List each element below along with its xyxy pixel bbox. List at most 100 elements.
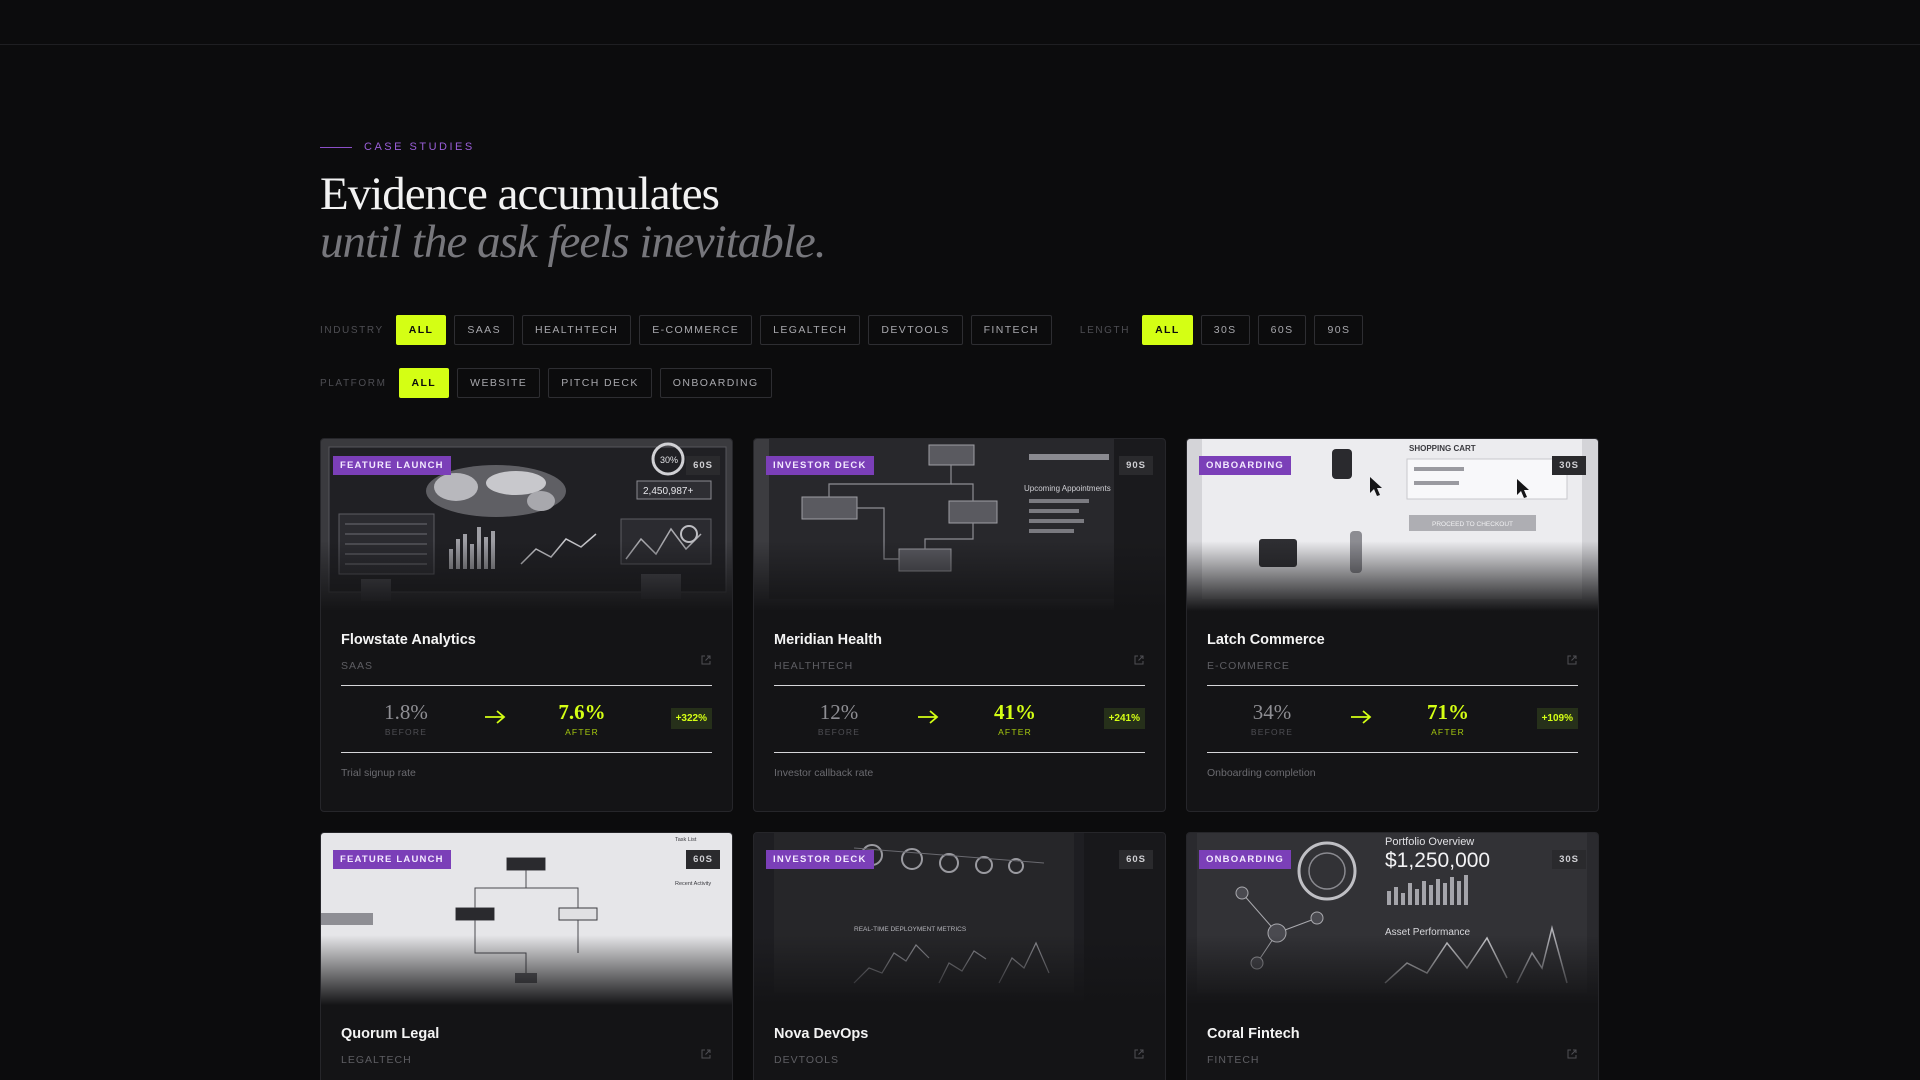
eyebrow-line (320, 146, 352, 148)
card-metrics: 12% BEFORE 41% AFTER +241% (774, 685, 1145, 753)
thumb-text-deploy: REAL-TIME DEPLOYMENT METRICS (854, 926, 967, 933)
card-title: Quorum Legal (341, 1026, 440, 1042)
case-card-nova[interactable]: REAL-TIME DEPLOYMENT METRICS INVESTOR DE… (753, 832, 1166, 1080)
card-duration: 30S (1552, 850, 1586, 869)
card-thumbnail: Portfolio Overview $1,250,000 Asset Perf… (1187, 833, 1598, 1005)
metric-before-value: 34% (1252, 700, 1292, 724)
case-card-meridian[interactable]: Upcoming Appointments INVESTOR DECK 90S … (753, 438, 1166, 812)
case-card-quorum[interactable]: Task List Recent Activity FEATURE LAUNCH… (320, 832, 733, 1080)
metric-before-label: BEFORE (1250, 727, 1294, 737)
industry-filter-label: INDUSTRY (320, 324, 384, 336)
external-link-icon[interactable] (1566, 1048, 1578, 1060)
thumb-text-checkout: PROCEED TO CHECKOUT (1432, 521, 1513, 528)
card-thumbnail: SHOPPING CART PROCEED TO CHECKOUT ONBOAR… (1187, 439, 1598, 611)
card-body: Latch Commerce E-COMMERCE 34% BEFORE 71%… (1187, 632, 1598, 779)
platform-chip-pitch-deck[interactable]: PITCH DECK (548, 368, 652, 398)
arrow-right-icon (485, 710, 506, 724)
card-metrics: 1.8% BEFORE 7.6% AFTER +322% (341, 685, 712, 753)
industry-chip-fintech[interactable]: FINTECH (970, 315, 1052, 345)
card-duration: 60S (1119, 850, 1153, 869)
thumb-text-appointments: Upcoming Appointments (1024, 484, 1111, 493)
metric-before-label: BEFORE (384, 727, 428, 737)
platform-chip-all[interactable]: ALL (398, 368, 450, 398)
industry-chip-ecommerce[interactable]: E-COMMERCE (639, 315, 753, 345)
card-thumbnail: Upcoming Appointments INVESTOR DECK 90S (754, 439, 1165, 611)
platform-chip-website[interactable]: WEBSITE (457, 368, 541, 398)
card-tag: INVESTOR DECK (766, 456, 874, 475)
industry-chip-saas[interactable]: SAAS (454, 315, 514, 345)
arrow-right-icon (918, 710, 939, 724)
card-tag: FEATURE LAUNCH (333, 456, 451, 475)
card-body: Nova DevOps DEVTOOLS (754, 1026, 1165, 1066)
card-title: Coral Fintech (1207, 1026, 1300, 1042)
industry-chip-all[interactable]: ALL (395, 315, 447, 345)
length-chip-90s[interactable]: 90S (1314, 315, 1364, 345)
metric-after-value: 7.6% (558, 700, 606, 724)
card-metrics: 34% BEFORE 71% AFTER +109% (1207, 685, 1578, 753)
metric-lift-badge: +241% (1103, 708, 1145, 729)
card-title: Latch Commerce (1207, 632, 1325, 648)
industry-chip-legaltech[interactable]: LEGALTECH (760, 315, 861, 345)
card-title: Nova DevOps (774, 1026, 869, 1042)
length-filter-label: LENGTH (1079, 324, 1131, 336)
thumb-text-counter: 2,450,987+ (643, 486, 693, 497)
metric-after: 41% AFTER (970, 701, 1060, 737)
metric-before-value: 12% (819, 700, 859, 724)
external-link-icon[interactable] (1133, 1048, 1145, 1060)
thumb-text-balance: $1,250,000 (1385, 849, 1490, 872)
case-card-flowstate[interactable]: 30% 2,450,987+ FEATURE LAUNCH 60S Flowst… (320, 438, 733, 812)
section-eyebrow: CASE STUDIES (320, 141, 475, 153)
card-duration: 60S (686, 850, 720, 869)
industry-chip-healthtech[interactable]: HEALTHTECH (521, 315, 632, 345)
section-headline: Evidence accumulates (320, 168, 720, 220)
card-body: Meridian Health HEALTHTECH 12% BEFORE 41… (754, 632, 1165, 779)
card-industry: HEALTHTECH (774, 660, 854, 672)
card-duration: 30S (1552, 456, 1586, 475)
card-tag: FEATURE LAUNCH (333, 850, 451, 869)
card-thumbnail: 30% 2,450,987+ FEATURE LAUNCH 60S (321, 439, 732, 611)
filter-row-industry-length: INDUSTRY ALL SAAS HEALTHTECH E-COMMERCE … (320, 315, 1364, 345)
platform-filter-label: PLATFORM (320, 377, 387, 389)
card-title: Meridian Health (774, 632, 882, 648)
metric-after-label: AFTER (565, 727, 599, 737)
thumb-text-tasklist: Task List (675, 837, 697, 843)
eyebrow-text: CASE STUDIES (364, 141, 475, 153)
case-card-coral[interactable]: Portfolio Overview $1,250,000 Asset Perf… (1186, 832, 1599, 1080)
metric-lift-badge: +322% (670, 708, 712, 729)
thumb-text-performance: Asset Performance (1385, 927, 1470, 938)
metric-after-value: 41% (994, 700, 1036, 724)
thumb-text-cart: SHOPPING CART (1409, 444, 1476, 453)
arrow-right-icon (1351, 710, 1372, 724)
length-chip-all[interactable]: ALL (1142, 315, 1193, 345)
metric-before-label: BEFORE (817, 727, 861, 737)
card-industry: E-COMMERCE (1207, 660, 1290, 672)
card-industry: FINTECH (1207, 1054, 1260, 1066)
external-link-icon[interactable] (1133, 654, 1145, 666)
thumb-text-percent: 30% (660, 455, 678, 465)
metric-after-value: 71% (1427, 700, 1469, 724)
metric-before: 1.8% BEFORE (361, 701, 451, 737)
metric-before: 12% BEFORE (794, 701, 884, 737)
card-tag: INVESTOR DECK (766, 850, 874, 869)
metric-after: 71% AFTER (1403, 701, 1493, 737)
metric-after-label: AFTER (998, 727, 1032, 737)
platform-chip-onboarding[interactable]: ONBOARDING (659, 368, 772, 398)
card-industry: DEVTOOLS (774, 1054, 839, 1066)
top-bar (0, 0, 1920, 45)
external-link-icon[interactable] (700, 654, 712, 666)
card-industry: SAAS (341, 660, 374, 672)
card-caption: Onboarding completion (1207, 767, 1316, 779)
metric-before: 34% BEFORE (1227, 701, 1317, 737)
card-industry: LEGALTECH (341, 1054, 412, 1066)
metric-after: 7.6% AFTER (537, 701, 627, 737)
length-chip-30s[interactable]: 30S (1200, 315, 1250, 345)
industry-chip-devtools[interactable]: DEVTOOLS (868, 315, 963, 345)
card-thumbnail: Task List Recent Activity FEATURE LAUNCH… (321, 833, 732, 1005)
section-subline: until the ask feels inevitable. (320, 216, 826, 268)
thumb-text-portfolio: Portfolio Overview (1385, 836, 1474, 848)
card-duration: 90S (1119, 456, 1153, 475)
external-link-icon[interactable] (700, 1048, 712, 1060)
length-chip-60s[interactable]: 60S (1257, 315, 1307, 345)
external-link-icon[interactable] (1566, 654, 1578, 666)
case-card-latch[interactable]: SHOPPING CART PROCEED TO CHECKOUT ONBOAR… (1186, 438, 1599, 812)
